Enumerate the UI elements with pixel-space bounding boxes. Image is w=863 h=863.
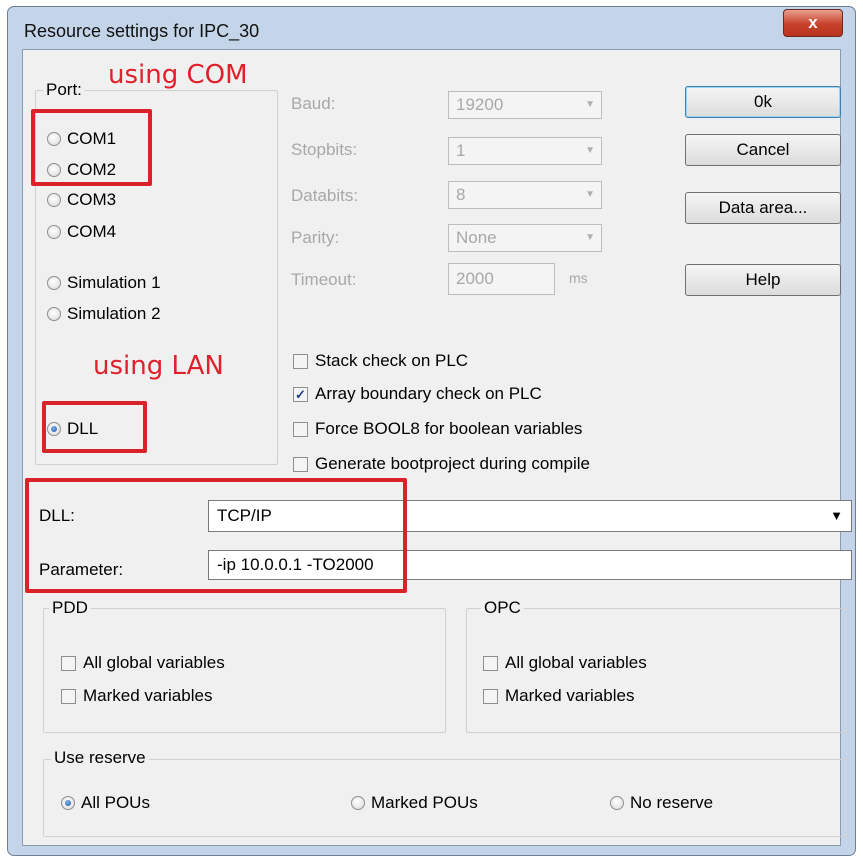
radio-marked-pous[interactable]: Marked POUs — [351, 793, 478, 813]
title-bar[interactable]: Resource settings for IPC_30 x — [8, 7, 855, 49]
radio-no-reserve-dot — [610, 796, 624, 810]
opc-all-global-box — [483, 655, 498, 671]
check-force-bool8-box — [293, 421, 308, 437]
data-area-button[interactable]: Data area... — [685, 192, 841, 224]
databits-select[interactable]: 8 ▼ — [448, 181, 602, 209]
pdd-all-global-box — [61, 655, 76, 671]
radio-simulation-1-label: Simulation 1 — [67, 273, 161, 292]
pdd-title: PDD — [49, 598, 91, 618]
reserve-title: Use reserve — [51, 748, 149, 768]
check-stack-box — [293, 353, 308, 369]
databits-chevron-down-icon: ▼ — [585, 189, 595, 200]
check-force-bool8-label: Force BOOL8 for boolean variables — [315, 419, 583, 438]
opc-marked-label: Marked variables — [505, 686, 635, 705]
radio-com4-dot — [47, 225, 61, 239]
timeout-value: 2000 — [456, 269, 494, 288]
port-label: Port: — [43, 80, 85, 100]
baud-chevron-down-icon: ▼ — [585, 99, 595, 110]
pdd-marked[interactable]: Marked variables — [61, 686, 212, 706]
radio-com4-label: COM4 — [67, 222, 117, 241]
opc-title: OPC — [481, 598, 524, 618]
check-stack-label: Stack check on PLC — [315, 351, 469, 370]
close-button[interactable]: x — [783, 9, 843, 37]
check-bootproject-box — [293, 456, 308, 472]
baud-label: Baud: — [291, 94, 336, 113]
databits-value: 8 — [456, 185, 466, 204]
radio-all-pous-label: All POUs — [81, 793, 150, 812]
baud-select[interactable]: 19200 ▼ — [448, 91, 602, 119]
checkmark-icon: ✓ — [293, 386, 308, 402]
pdd-marked-label: Marked variables — [83, 686, 213, 705]
timeout-unit: ms — [569, 270, 588, 286]
timeout-label: Timeout: — [291, 270, 357, 289]
check-array-boundary-label: Array boundary check on PLC — [315, 384, 542, 403]
window-title: Resource settings for IPC_30 — [24, 21, 260, 41]
baud-value: 19200 — [456, 95, 504, 114]
radio-com3[interactable]: COM3 — [47, 190, 116, 210]
stopbits-label: Stopbits: — [291, 140, 358, 159]
stopbits-select[interactable]: 1 ▼ — [448, 137, 602, 165]
radio-simulation-2-label: Simulation 2 — [67, 304, 161, 323]
opc-all-global-label: All global variables — [505, 653, 647, 672]
stopbits-value: 1 — [456, 141, 466, 160]
parity-label: Parity: — [291, 228, 340, 247]
check-bootproject[interactable]: Generate bootproject during compile — [293, 454, 590, 474]
radio-simulation-1-dot — [47, 276, 61, 290]
radio-all-pous[interactable]: All POUs — [61, 793, 150, 813]
pdd-all-global[interactable]: All global variables — [61, 653, 225, 673]
ok-button[interactable]: 0k — [685, 86, 841, 118]
radio-no-reserve[interactable]: No reserve — [610, 793, 713, 813]
annotation-using-com: using COM — [108, 60, 248, 90]
dll-chevron-down-icon: ▼ — [830, 508, 843, 523]
parity-value: None — [456, 228, 497, 247]
timeout-input[interactable]: 2000 — [448, 263, 555, 295]
radio-marked-pous-label: Marked POUs — [371, 793, 478, 812]
cancel-button[interactable]: Cancel — [685, 134, 841, 166]
opc-marked[interactable]: Marked variables — [483, 686, 634, 706]
radio-simulation-2-dot — [47, 307, 61, 321]
stopbits-chevron-down-icon: ▼ — [585, 145, 595, 156]
radio-com4[interactable]: COM4 — [47, 222, 116, 242]
parity-chevron-down-icon: ▼ — [585, 232, 595, 243]
help-button[interactable]: Help — [685, 264, 841, 296]
annotation-box-lan-settings — [25, 478, 407, 593]
databits-label: Databits: — [291, 186, 359, 205]
pdd-all-global-label: All global variables — [83, 653, 225, 672]
radio-simulation-1[interactable]: Simulation 1 — [47, 273, 161, 293]
check-array-boundary[interactable]: ✓ Array boundary check on PLC — [293, 384, 542, 404]
radio-com3-label: COM3 — [67, 190, 117, 209]
radio-all-pous-dot — [61, 796, 75, 810]
check-force-bool8[interactable]: Force BOOL8 for boolean variables — [293, 419, 582, 439]
check-stack[interactable]: Stack check on PLC — [293, 351, 468, 371]
radio-simulation-2[interactable]: Simulation 2 — [47, 304, 161, 324]
pdd-marked-box — [61, 688, 76, 704]
annotation-box-dll — [42, 401, 147, 453]
opc-marked-box — [483, 688, 498, 704]
annotation-box-com — [31, 109, 152, 186]
opc-all-global[interactable]: All global variables — [483, 653, 647, 673]
annotation-using-lan: using LAN — [93, 351, 224, 381]
parity-select[interactable]: None ▼ — [448, 224, 602, 252]
check-bootproject-label: Generate bootproject during compile — [315, 454, 590, 473]
radio-no-reserve-label: No reserve — [630, 793, 714, 812]
radio-marked-pous-dot — [351, 796, 365, 810]
radio-com3-dot — [47, 193, 61, 207]
